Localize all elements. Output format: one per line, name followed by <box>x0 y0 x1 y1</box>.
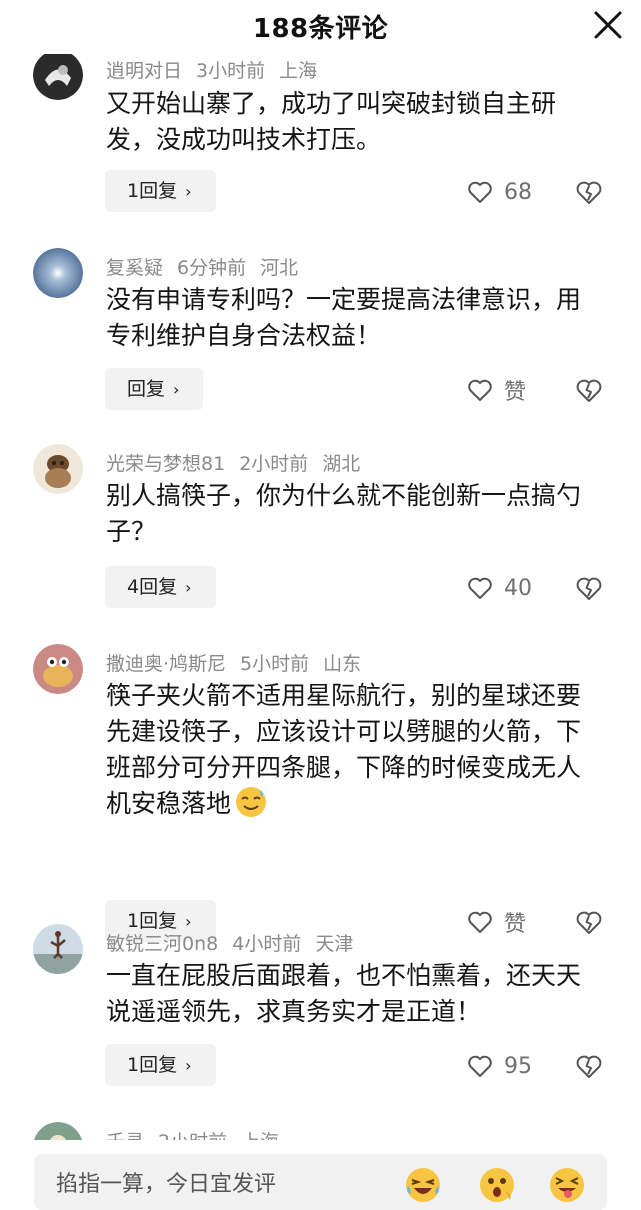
reply-button[interactable]: 4回复 › <box>105 566 216 608</box>
squinting-tongue-emoji-icon[interactable] <box>548 1166 586 1204</box>
close-icon[interactable] <box>591 8 625 42</box>
comment-input[interactable]: 掐指一算，今日宜发评 <box>34 1154 607 1210</box>
reply-label: 4回复 <box>127 576 178 598</box>
like-count: 40 <box>504 575 532 601</box>
comment-text-content: 筷子夹火箭不适用星际航行，别的星球还要先建设筷子，应该设计可以劈腿的火箭，下班部… <box>106 681 582 818</box>
reply-button[interactable]: 1回复 › <box>105 170 216 212</box>
comment-username[interactable]: 敏锐三河0n8 <box>106 933 218 955</box>
avatar[interactable] <box>33 248 83 298</box>
broken-heart-icon[interactable] <box>574 375 604 405</box>
heart-outline-icon <box>468 181 492 203</box>
comment-count-title: 188条评论 <box>252 14 389 44</box>
like-count: 赞 <box>504 912 527 937</box>
reply-label: 1回复 <box>127 1054 178 1076</box>
avatar[interactable] <box>33 1122 83 1140</box>
comment-time: 6分钟前 <box>177 257 247 279</box>
like-button[interactable]: 95 <box>466 1048 532 1084</box>
sweating-smile-emoji-icon <box>236 787 267 817</box>
comment-text: 一直在屁股后面跟着，也不怕熏着，还天天说遥遥领先，求真务实才是正道！ <box>106 961 582 1026</box>
comment-username[interactable]: 撒迪奥·鸠斯尼 <box>106 653 226 675</box>
comment-text: 别人搞筷子，你为什么就不能创新一点搞勺子？ <box>106 481 582 546</box>
broken-heart-icon[interactable] <box>574 907 604 937</box>
broken-heart-icon[interactable] <box>574 573 604 603</box>
comment-meta: 复奚疑 6分钟前 河北 <box>106 253 312 280</box>
like-button[interactable]: 赞 <box>466 904 526 940</box>
reply-button[interactable]: 回复 › <box>105 368 204 410</box>
comment-time: 4小时前 <box>232 933 302 955</box>
broken-heart-icon[interactable] <box>574 177 604 207</box>
like-count: 95 <box>504 1053 532 1079</box>
avatar[interactable] <box>33 644 83 694</box>
comment-time: 2小时前 <box>239 453 309 475</box>
like-button[interactable]: 68 <box>466 174 532 210</box>
chevron-right-icon: › <box>185 578 192 597</box>
comment-location: 天津 <box>315 933 354 955</box>
like-button[interactable]: 赞 <box>466 372 526 408</box>
comment-username[interactable]: 千寻 <box>106 1131 144 1140</box>
comment-location: 上海 <box>279 60 318 82</box>
comment-location: 河北 <box>260 257 299 279</box>
like-count: 68 <box>504 179 532 205</box>
comment-username[interactable]: 逍明对日 <box>106 60 182 82</box>
comment-time: 3小时前 <box>196 60 266 82</box>
chevron-right-icon: › <box>185 1056 192 1075</box>
comment-text: 筷子夹火箭不适用星际航行，别的星球还要先建设筷子，应该设计可以劈腿的火箭，下班部… <box>106 678 601 822</box>
comment-list[interactable]: 逍明对日 3小时前 上海 又开始山寨了，成功了叫突破封锁自主研发，没成功叫技术打压。… <box>0 54 641 1140</box>
shocked-emoji-icon[interactable] <box>478 1166 516 1204</box>
comment-username[interactable]: 复奚疑 <box>106 257 163 279</box>
comment-input-placeholder: 掐指一算，今日宜发评 <box>56 1172 277 1197</box>
comment-text: 又开始山寨了，成功了叫突破封锁自主研发，没成功叫技术打压。 <box>106 89 557 154</box>
broken-heart-icon[interactable] <box>574 1051 604 1081</box>
comments-header: 188条评论 <box>0 0 641 54</box>
comment-meta: 撒迪奥·鸠斯尼 5小时前 山东 <box>106 649 375 676</box>
reply-label: 1回复 <box>127 180 178 202</box>
reply-button[interactable]: 1回复 › <box>105 1044 216 1086</box>
comment-meta: 逍明对日 3小时前 上海 <box>106 56 331 83</box>
chevron-right-icon: › <box>173 380 180 399</box>
reply-label: 回复 <box>127 378 166 400</box>
heart-outline-icon <box>468 577 492 599</box>
comment-location: 上海 <box>241 1131 279 1140</box>
comment-text: 没有申请专利吗？一定要提高法律意识，用专利维护自身合法权益！ <box>106 285 582 350</box>
comment-username[interactable]: 光荣与梦想81 <box>106 453 225 475</box>
comment-meta: 光荣与梦想81 2小时前 湖北 <box>106 449 374 476</box>
avatar[interactable] <box>33 444 83 494</box>
comment-time: 5小时前 <box>240 653 310 675</box>
comment-location: 山东 <box>323 653 362 675</box>
laughing-tears-emoji-icon[interactable] <box>404 1166 442 1204</box>
comment-input-bar: 掐指一算，今日宜发评 <box>0 1140 641 1210</box>
avatar[interactable] <box>33 54 83 100</box>
comment-meta: 敏锐三河0n8 4小时前 天津 <box>106 929 367 956</box>
heart-outline-icon <box>468 911 492 933</box>
avatar[interactable] <box>33 924 83 974</box>
like-button[interactable]: 40 <box>466 570 532 606</box>
heart-outline-icon <box>468 1055 492 1077</box>
comment-location: 湖北 <box>322 453 361 475</box>
comment-meta: 千寻 2小时前 上海 <box>106 1127 293 1140</box>
chevron-right-icon: › <box>185 182 192 201</box>
heart-outline-icon <box>468 379 492 401</box>
like-count: 赞 <box>504 380 527 405</box>
comment-time: 2小时前 <box>158 1131 227 1140</box>
